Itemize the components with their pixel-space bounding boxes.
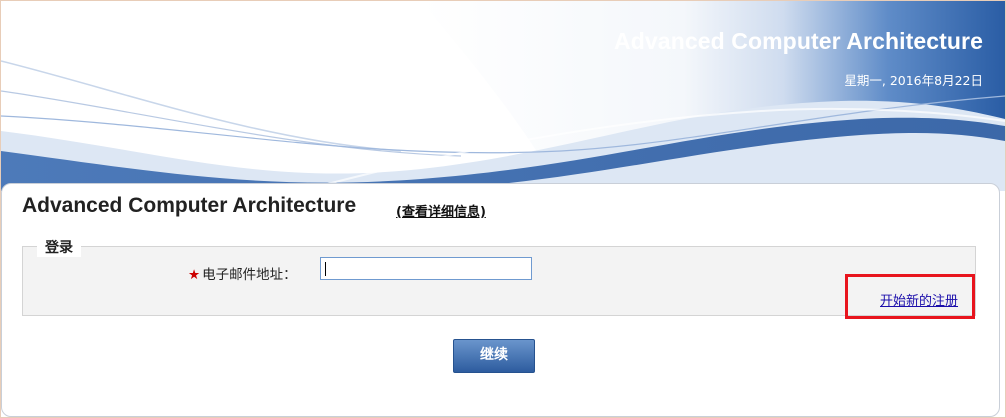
page-frame: Advanced Computer Architecture 星期一, 2016… (0, 0, 1006, 418)
email-label-text: 电子邮件地址： (202, 267, 297, 283)
email-field-label: ★ 电子邮件地址： (188, 263, 297, 283)
banner-title: Advanced Computer Architecture (614, 28, 983, 54)
banner-date: 星期一, 2016年8月22日 (844, 73, 983, 88)
highlight-box (845, 274, 975, 319)
email-input[interactable] (320, 257, 532, 280)
text-caret (325, 262, 326, 276)
header-banner: Advanced Computer Architecture 星期一, 2016… (1, 1, 1005, 191)
login-legend: 登录 (37, 237, 81, 257)
view-details-link[interactable]: (查看详细信息) (396, 201, 486, 220)
page-title: Advanced Computer Architecture (22, 194, 357, 217)
login-fieldset: 登录 ★ 电子邮件地址： 开始新的注册 (22, 237, 976, 316)
continue-button[interactable]: 继续 (453, 339, 535, 373)
required-star-icon: ★ (188, 267, 201, 283)
